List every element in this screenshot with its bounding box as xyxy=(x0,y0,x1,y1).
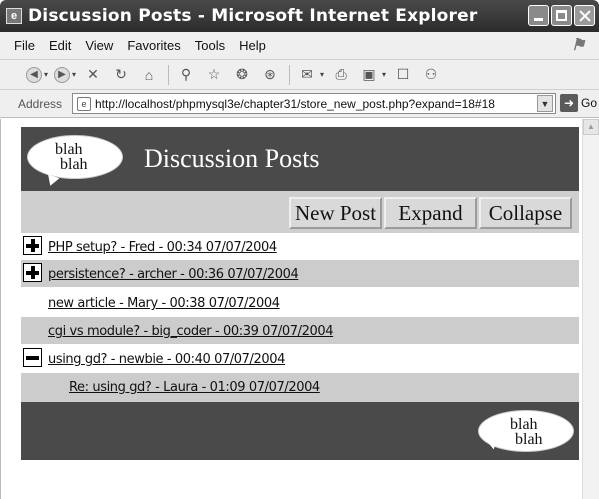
post-row: cgi vs module? - big_coder - 00:39 07/07… xyxy=(21,317,579,344)
scroll-up-icon[interactable]: ▲ xyxy=(583,119,599,135)
edit-dropdown-icon[interactable]: ▾ xyxy=(382,70,386,79)
page-header: blah blah Discussion Posts xyxy=(21,127,579,191)
vertical-scrollbar[interactable]: ▲ xyxy=(582,119,599,499)
post-link[interactable]: new article - Mary - 00:38 07/07/2004 xyxy=(48,296,280,311)
page-title: Discussion Posts xyxy=(144,144,320,173)
menu-view[interactable]: View xyxy=(85,38,113,53)
ie-page-icon: e xyxy=(6,8,22,24)
post-link[interactable]: persistence? - archer - 00:36 07/07/2004 xyxy=(48,267,299,282)
post-row: PHP setup? - Fred - 00:34 07/07/2004 xyxy=(21,233,579,260)
toolbar-separator xyxy=(168,64,170,85)
url-text[interactable]: http://localhost/phpmysql3e/chapter31/st… xyxy=(95,97,495,111)
menu-edit[interactable]: Edit xyxy=(49,38,71,53)
go-button[interactable]: ➜ Go xyxy=(560,94,597,112)
menu-file[interactable]: File xyxy=(14,38,35,53)
expand-icon[interactable] xyxy=(23,236,42,255)
search-icon[interactable]: ⚲ xyxy=(175,64,197,86)
window-title: Discussion Posts - Microsoft Internet Ex… xyxy=(28,6,478,26)
logo-text: blah blah xyxy=(505,417,543,448)
logo-text: blah blah xyxy=(50,142,88,173)
post-row: using gd? - newbie - 00:40 07/07/2004 xyxy=(21,345,579,372)
print-icon[interactable]: ⎙ xyxy=(330,64,352,86)
go-label[interactable]: Go xyxy=(581,96,597,110)
minimize-button[interactable] xyxy=(528,5,549,26)
favorites-icon[interactable]: ☆ xyxy=(203,64,225,86)
post-link[interactable]: PHP setup? - Fred - 00:34 07/07/2004 xyxy=(48,240,277,255)
media-icon[interactable]: ❂ xyxy=(231,64,253,86)
discuss-icon[interactable]: ☐ xyxy=(392,64,414,86)
expand-icon[interactable] xyxy=(23,263,42,282)
history-icon[interactable]: ⊛ xyxy=(259,64,281,86)
maximize-button[interactable] xyxy=(551,5,572,26)
page-footer: blah blah xyxy=(21,402,579,460)
address-label: Address xyxy=(18,96,63,111)
close-button[interactable] xyxy=(574,5,595,26)
post-link[interactable]: cgi vs module? - big_coder - 00:39 07/07… xyxy=(48,324,334,339)
menu-favorites[interactable]: Favorites xyxy=(127,38,180,53)
toolbar-separator xyxy=(289,64,291,85)
post-row: new article - Mary - 00:38 07/07/2004 xyxy=(21,289,579,316)
mail-icon[interactable]: ✉ xyxy=(296,64,318,86)
stop-icon[interactable]: ✕ xyxy=(82,64,104,86)
post-row: persistence? - archer - 00:36 07/07/2004 xyxy=(21,260,579,287)
address-bar: Address e http://localhost/phpmysql3e/ch… xyxy=(0,90,599,118)
menu-help[interactable]: Help xyxy=(239,38,266,53)
address-input[interactable]: e http://localhost/phpmysql3e/chapter31/… xyxy=(72,93,556,114)
expand-button[interactable]: Expand xyxy=(384,197,477,229)
button-bar: New Post Expand Collapse xyxy=(21,191,579,233)
title-bar: e Discussion Posts - Microsoft Internet … xyxy=(0,0,599,32)
forward-icon[interactable]: ▶ xyxy=(54,66,71,83)
mail-dropdown-icon[interactable]: ▾ xyxy=(320,70,324,79)
blah-logo: blah blah xyxy=(27,135,123,188)
collapse-icon[interactable] xyxy=(23,348,42,367)
menu-bar: File Edit View Favorites Tools Help ⚑ xyxy=(0,32,599,60)
go-arrow-icon[interactable]: ➜ xyxy=(560,94,578,112)
toolbar: ◀ ▾ ▶ ▾ ✕ ↻ ⌂ ⚲ ☆ ❂ ⊛ ✉ ▾ ⎙ ▣ ▾ ☐ ⚇ xyxy=(0,60,599,90)
refresh-icon[interactable]: ↻ xyxy=(110,64,132,86)
collapse-button[interactable]: Collapse xyxy=(479,197,572,229)
forward-dropdown-icon[interactable]: ▾ xyxy=(72,70,76,79)
logo-line-2: blah xyxy=(515,431,543,448)
speech-bubble-tail xyxy=(484,434,498,450)
windows-logo-icon: ⚑ xyxy=(571,37,586,54)
logo-line-2: blah xyxy=(60,156,88,173)
address-dropdown-icon[interactable]: ▼ xyxy=(537,95,553,112)
home-icon[interactable]: ⌂ xyxy=(138,64,160,86)
back-icon[interactable]: ◀ xyxy=(26,66,42,83)
page-icon: e xyxy=(77,96,91,111)
page-viewport: blah blah Discussion Posts New Post Expa… xyxy=(0,119,599,499)
blah-logo: blah blah xyxy=(478,410,574,452)
reply-link[interactable]: Re: using gd? - Laura - 01:09 07/07/2004 xyxy=(69,380,320,395)
speech-bubble-tail xyxy=(44,174,60,188)
back-dropdown-icon[interactable]: ▾ xyxy=(44,70,48,79)
new-post-button[interactable]: New Post xyxy=(289,197,382,229)
edit-icon[interactable]: ▣ xyxy=(358,64,380,86)
menu-tools[interactable]: Tools xyxy=(195,38,225,53)
post-row: Re: using gd? - Laura - 01:09 07/07/2004 xyxy=(21,373,579,402)
messenger-icon[interactable]: ⚇ xyxy=(420,64,442,86)
window-controls xyxy=(528,5,595,26)
post-link[interactable]: using gd? - newbie - 00:40 07/07/2004 xyxy=(48,352,285,367)
